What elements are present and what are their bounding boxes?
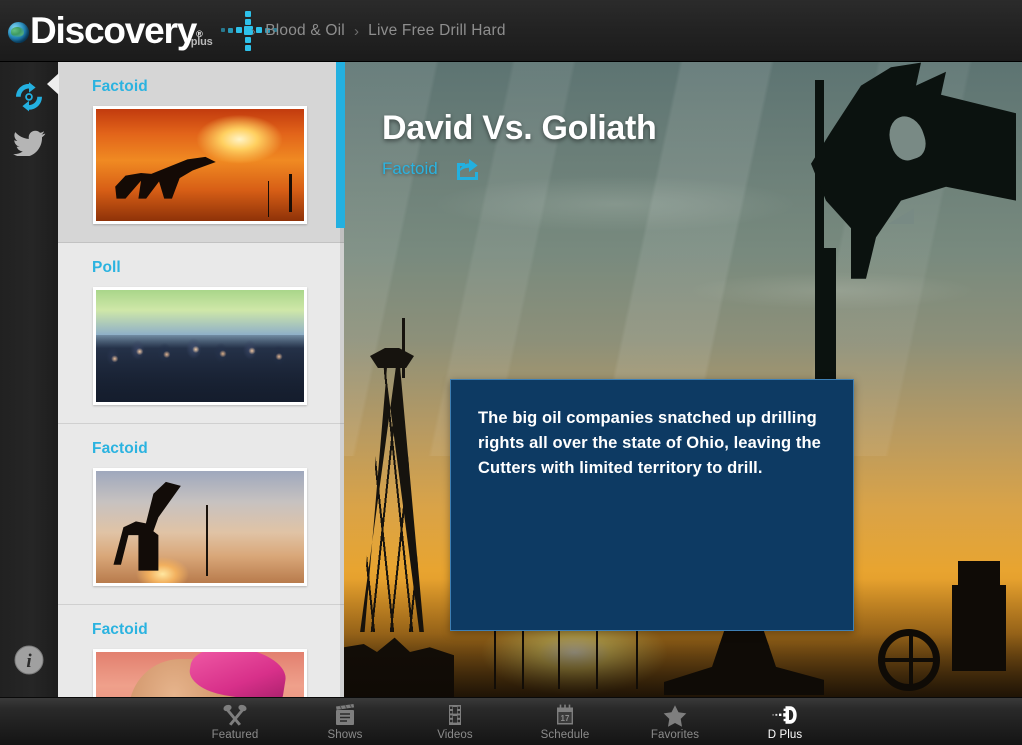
nav-item-schedule[interactable]: 17 Schedule [510,698,620,745]
nav-item-favorites[interactable]: Favorites [620,698,730,745]
card-thumbnail [93,649,307,697]
logo-plus-text: plus [190,36,213,48]
selected-card-accent-bar [336,62,345,228]
card-thumbnail [93,106,307,224]
discovery-plus-logo[interactable]: Discovery® plus [8,8,285,54]
nav-item-videos[interactable]: Videos [400,698,510,745]
card-kicker: Factoid [92,621,148,638]
list-item[interactable]: Poll [58,243,344,424]
nav-label: Featured [211,728,259,741]
pumpjack-head [811,62,1016,279]
drilling-crew-group-photo-image [96,290,304,402]
title-subrow: Factoid [382,157,485,181]
main-stage: David Vs. Goliath Factoid The big oil co… [344,62,1022,697]
pulley-wheel-silhouette [878,629,940,691]
calendar-day-number: 17 [561,714,570,723]
pumpjack-silhouette [732,62,1022,388]
crossed-drumsticks-icon [223,704,247,726]
nav-item-d-plus[interactable]: D Plus [730,698,840,745]
d-plus-icon [772,705,797,724]
nav-label: Favorites [650,728,700,741]
content-card-list[interactable]: Factoid Poll Factoid Factoid [58,62,344,697]
refresh-icon [16,82,42,112]
fact-panel: The big oil companies snatched up drilli… [450,379,854,631]
derrick-antenna [402,318,405,378]
nav-label: Shows [327,728,363,741]
card-kicker: Poll [92,259,121,276]
tank-top-silhouette [958,561,1000,587]
nav-label: Videos [437,728,473,741]
twitter-button[interactable] [0,120,58,166]
list-item[interactable]: Factoid [58,424,344,605]
list-item[interactable]: Factoid [58,62,344,243]
breadcrumb: › Blood & Oil › Live Free Drill Hard [251,0,506,62]
card-kicker: Factoid [92,440,148,457]
bottom-navigation-bar: Featured Shows Videos 17 Schedule Favori… [0,697,1022,745]
card-thumbnail [93,287,307,405]
man-in-pink-cap-portrait-image [96,652,304,697]
film-strip-icon [449,704,461,725]
card-kicker: Factoid [92,78,148,95]
clapperboard-icon [336,703,355,725]
oil-pumpjack-orange-sunset-image [96,109,304,221]
page-title: David Vs. Goliath [382,109,657,147]
breadcrumb-item-episode[interactable]: Live Free Drill Hard [368,22,506,40]
nav-item-featured[interactable]: Featured [180,698,290,745]
star-icon [663,704,687,727]
mid-rig-crossbar [708,643,780,648]
twitter-icon [13,130,46,156]
info-button[interactable]: i [0,637,58,683]
rail-selection-pointer [47,73,59,95]
card-thumbnail [93,468,307,586]
svg-text:i: i [26,651,32,672]
app-root: Discovery® plus › Blood & Oil › Live Fre… [0,0,1022,745]
logo-brand-text: Discovery [30,9,197,51]
pumpjack-lower-post [822,248,836,388]
app-header: Discovery® plus › Blood & Oil › Live Fre… [0,0,1022,62]
share-icon[interactable] [455,157,485,181]
list-item[interactable]: Factoid [58,605,344,697]
nav-label: D Plus [767,728,803,741]
info-icon: i [14,645,44,675]
logo-wordmark: Discovery® [30,9,203,54]
breadcrumb-separator-1: › [353,22,360,40]
calendar-icon: 17 [557,704,573,724]
content-type-label: Factoid [382,159,438,178]
globe-icon [8,22,29,43]
storage-tank-silhouette [952,585,1006,671]
oil-pumpjack-pale-sunset-image [96,471,304,583]
nav-label: Schedule [540,728,590,741]
breadcrumb-separator-0: › [251,22,257,40]
fact-panel-text: The big oil companies snatched up drilli… [478,409,821,477]
left-rail: i [0,62,58,697]
nav-item-shows[interactable]: Shows [290,698,400,745]
breadcrumb-item-show[interactable]: Blood & Oil [265,22,345,40]
